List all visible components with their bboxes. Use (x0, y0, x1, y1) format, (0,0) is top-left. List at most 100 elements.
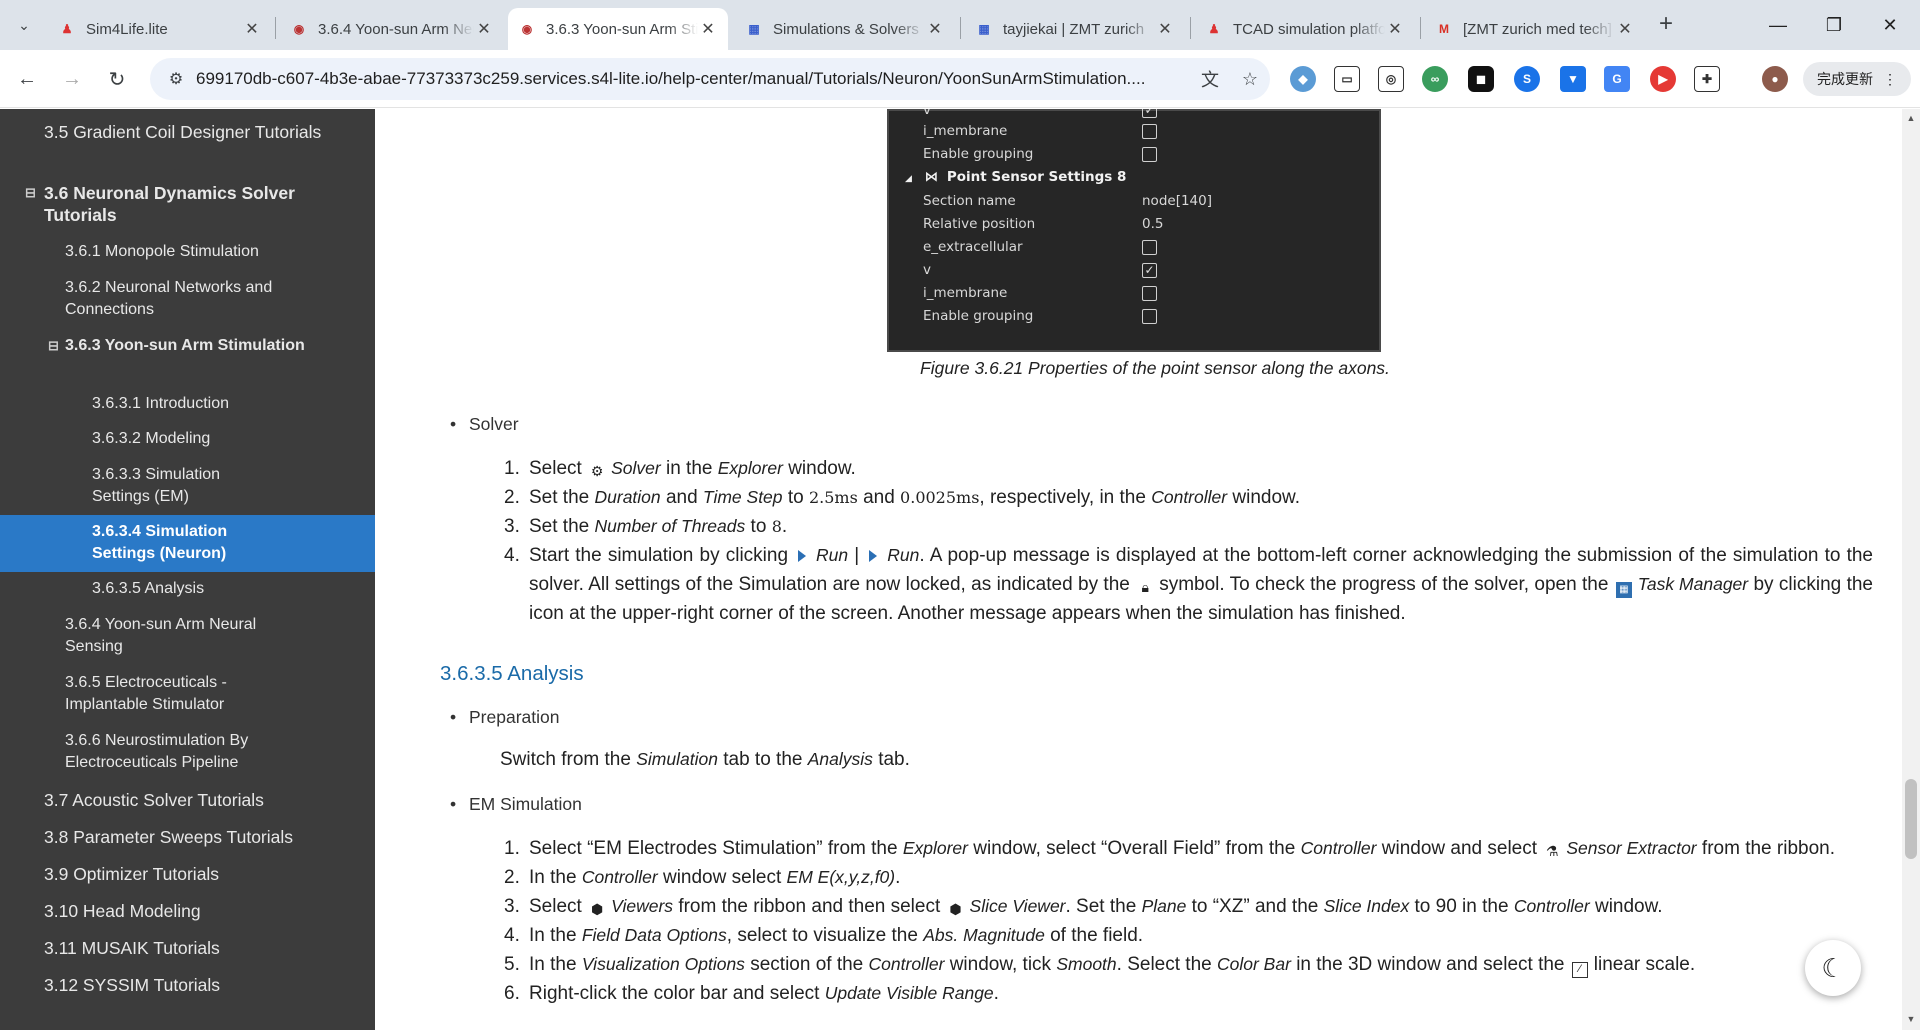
close-icon[interactable]: ✕ (925, 19, 945, 39)
sidebar-item-label: 3.6 Neuronal Dynamics Solver Tutorials (44, 183, 295, 225)
more-vertical-icon: ⋮ (1883, 70, 1897, 87)
shazam-icon[interactable]: S (1514, 66, 1540, 92)
link-icon[interactable]: ∞ (1422, 66, 1448, 92)
shield-icon[interactable]: ▼ (1560, 66, 1586, 92)
arrow-right-icon: → (62, 67, 82, 90)
forward-button[interactable]: → (55, 62, 89, 96)
sidebar-item-parameter-sweeps[interactable]: 3.8 Parameter Sweeps Tutorials (0, 826, 375, 848)
sidebar-item-label: 3.6.3.1 Introduction (92, 395, 229, 412)
new-tab-button[interactable]: + (1651, 10, 1681, 40)
bullet-solver: Solver (450, 414, 518, 435)
cast-icon[interactable]: ▭ (1334, 66, 1360, 92)
maximize-button[interactable]: ❐ (1806, 0, 1862, 50)
tab-simulations-solvers[interactable]: ▦ Simulations & Solvers ✕ (735, 8, 955, 50)
avatar[interactable]: ● (1762, 66, 1788, 92)
sidebar-item-syssim[interactable]: 3.12 SYSSIM Tutorials (0, 974, 375, 996)
extension-icon[interactable]: ◼ (1468, 66, 1494, 92)
list-item: 1. Select “EM Electrodes Stimulation” fr… (504, 838, 1835, 859)
tab-title: Sim4Life.lite (86, 20, 168, 38)
sidebar-item-monopole[interactable]: 3.6.1 Monopole Stimulation (0, 241, 375, 263)
sidebar-item-label: 3.7 Acoustic Solver Tutorials (44, 790, 264, 810)
sidebar-item-label: 3.6.3.4 Simulation Settings (Neuron) (92, 523, 228, 562)
sidebar-item-electroceuticals[interactable]: 3.6.5 Electroceuticals - Implantable Sti… (0, 672, 375, 716)
sensor-extractor-icon: ⚗ (1546, 843, 1559, 859)
list-item: 3. Select ⬢ Viewers from the ribbon and t… (504, 896, 1663, 917)
minimize-button[interactable]: — (1750, 0, 1806, 50)
tab-yoonsun-stimulation[interactable]: ◉ 3.6.3 Yoon-sun Arm Stimulation ✕ (508, 8, 728, 50)
translate-icon[interactable]: 文 (1190, 66, 1230, 92)
scroll-down-icon[interactable]: ▼ (1902, 1014, 1920, 1024)
tab-gmail[interactable]: M [ZMT zurich med tech] ✕ (1425, 8, 1645, 50)
chevron-down-icon: ⌄ (18, 16, 30, 33)
tab-yoonsun-sensing[interactable]: ◉ 3.6.4 Yoon-sun Arm Neural Sensing ✕ (280, 8, 504, 50)
close-icon[interactable]: ✕ (1385, 19, 1405, 39)
s4l-icon: ◉ (293, 22, 305, 36)
scrollbar-thumb[interactable] (1905, 779, 1917, 859)
sidebar-item-simulation-settings-neuron[interactable]: 3.6.3.4 Simulation Settings (Neuron) (0, 515, 375, 572)
sidebar-item-gradient-coil[interactable]: 3.5 Gradient Coil Designer Tutorials (0, 121, 375, 143)
sidebar-item-head-modeling[interactable]: 3.10 Head Modeling (0, 900, 375, 922)
close-icon[interactable]: ✕ (1155, 19, 1175, 39)
sidebar-item-yoonsun-stimulation[interactable]: ⊟ 3.6.3 Yoon-sun Arm Stimulation (0, 335, 375, 357)
property-label: Enable grouping (923, 308, 1034, 324)
point-sensor-icon: ⋈ (924, 169, 939, 185)
checkbox-checked-icon: ✓ (1142, 263, 1157, 278)
grid-icon: ▦ (748, 22, 760, 36)
tab-title: 3.6.3 Yoon-sun Arm Stimulation (546, 20, 698, 38)
translate-extension-icon[interactable]: G (1604, 66, 1630, 92)
tab-sim4life[interactable]: ♟ Sim4Life.lite ✕ (48, 8, 272, 50)
checkbox-icon (1142, 147, 1157, 162)
sidebar-item-acoustic[interactable]: 3.7 Acoustic Solver Tutorials (0, 789, 375, 811)
em-steps-list: 1. Select “EM Electrodes Stimulation” fr… (504, 834, 1873, 1008)
back-button[interactable]: ← (10, 62, 44, 96)
close-icon[interactable]: ✕ (242, 19, 262, 39)
play-icon[interactable]: ▶ (1650, 66, 1676, 92)
puzzle-icon[interactable]: ✚ (1694, 66, 1720, 92)
tab-tayjiekai[interactable]: ▦ tayjiekai | ZMT zurich ✕ (965, 8, 1185, 50)
star-icon[interactable]: ☆ (1230, 69, 1270, 90)
sidebar-item-label: 3.5 Gradient Coil Designer Tutorials (44, 122, 322, 142)
property-label: Section name (923, 193, 1016, 209)
property-label: v (923, 109, 931, 118)
tab-title: Simulations & Solvers (773, 20, 919, 38)
sidebar-item-musaik[interactable]: 3.11 MUSAIK Tutorials (0, 937, 375, 959)
sidebar-item-label: 3.6.4 Yoon-sun Arm Neural Sensing (65, 616, 257, 655)
close-icon[interactable]: ✕ (698, 19, 718, 39)
sidebar-item-neuronal-networks[interactable]: 3.6.2 Neuronal Networks and Connections (0, 277, 375, 321)
sidebar-item-simulation-settings-em[interactable]: 3.6.3.3 Simulation Settings (EM) (0, 464, 375, 508)
sidebar-item-optimizer[interactable]: 3.9 Optimizer Tutorials (0, 863, 375, 885)
page-scrollbar[interactable]: ▲ ▼ (1902, 109, 1920, 1030)
sidebar-item-neuronal-dynamics[interactable]: ⊟ 3.6 Neuronal Dynamics Solver Tutorials (0, 182, 375, 226)
sidebar-item-yoonsun-sensing[interactable]: 3.6.4 Yoon-sun Arm Neural Sensing (0, 614, 375, 658)
close-window-button[interactable]: ✕ (1862, 0, 1918, 50)
close-icon: ✕ (1882, 14, 1898, 35)
tab-tcad[interactable]: ♟ TCAD simulation platform ✕ (1195, 8, 1415, 50)
list-item: 1. Select ⚙ Solver in the Explorer window… (504, 458, 856, 479)
extension-icon[interactable]: ◆ (1290, 66, 1316, 92)
reload-button[interactable]: ↻ (100, 62, 134, 96)
sidebar-item-modeling[interactable]: 3.6.3.2 Modeling (0, 428, 375, 450)
close-icon[interactable]: ✕ (1615, 19, 1635, 39)
collapse-icon[interactable]: ⊟ (48, 335, 59, 357)
moon-icon: ☾ (1821, 952, 1845, 983)
screenshot-icon[interactable]: ◎ (1378, 66, 1404, 92)
tab-search-button[interactable]: ⌄ (8, 9, 40, 41)
sidebar-item-introduction[interactable]: 3.6.3.1 Introduction (0, 393, 375, 415)
minimize-icon: — (1769, 14, 1787, 35)
list-item: 6. Right-click the color bar and select … (504, 983, 999, 1004)
property-label: e_extracellular (923, 239, 1023, 255)
update-button[interactable]: 完成更新 ⋮ (1803, 62, 1911, 96)
sidebar-item-neurostimulation[interactable]: 3.6.6 Neurostimulation By Electroceutica… (0, 730, 375, 774)
person-icon: ♟ (61, 22, 73, 36)
dark-mode-toggle-button[interactable]: ☾ (1805, 940, 1861, 996)
close-icon[interactable]: ✕ (474, 19, 494, 39)
sidebar-item-analysis[interactable]: 3.6.3.5 Analysis (0, 578, 375, 600)
site-info-icon[interactable]: ⚙ (156, 69, 196, 89)
address-bar[interactable]: ⚙ 699170db-c607-4b3e-abae-77373373c259.s… (150, 58, 1270, 100)
sidebar-item-label: 3.10 Head Modeling (44, 901, 201, 921)
scroll-up-icon[interactable]: ▲ (1902, 113, 1920, 123)
url-text[interactable]: 699170db-c607-4b3e-abae-77373373c259.ser… (196, 69, 1190, 89)
collapse-icon[interactable]: ⊟ (25, 182, 36, 204)
tab-title: TCAD simulation platform (1233, 20, 1385, 38)
preparation-text: Switch from the Simulation tab to the An… (500, 749, 910, 770)
